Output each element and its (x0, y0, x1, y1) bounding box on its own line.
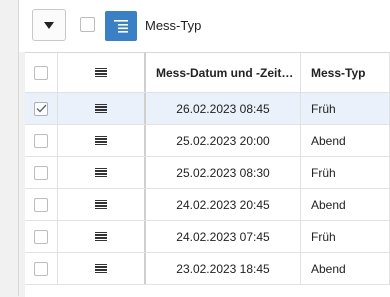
group-by-button[interactable] (105, 11, 137, 41)
group-by-icon (114, 20, 128, 33)
type-cell: Früh (301, 221, 390, 252)
row-menu-cell (58, 253, 146, 284)
row-select-cell (25, 189, 58, 220)
row-menu-cell (58, 125, 146, 156)
menu-icon[interactable] (95, 263, 107, 274)
date-cell: 24.02.2023 20:45 (146, 189, 301, 220)
type-cell: Abend (301, 125, 390, 156)
triangle-down-icon (44, 21, 54, 29)
row-menu-cell (58, 189, 146, 220)
check-icon (36, 104, 46, 113)
type-cell: Abend (301, 189, 390, 220)
table-row[interactable]: 26.02.2023 08:45 Früh (25, 93, 390, 125)
row-checkbox[interactable] (34, 229, 48, 244)
left-edge-panel (0, 0, 19, 296)
header-menu-cell (58, 53, 146, 92)
menu-icon[interactable] (95, 199, 107, 210)
table-row[interactable]: 25.02.2023 08:30 Früh (25, 157, 390, 189)
date-cell: 24.02.2023 07:45 (146, 221, 301, 252)
menu-icon[interactable] (95, 103, 107, 114)
select-all-checkbox[interactable] (34, 65, 48, 80)
row-checkbox[interactable] (34, 133, 48, 148)
row-select-cell (25, 253, 58, 284)
column-header-type[interactable]: Mess-Typ (301, 53, 390, 92)
group-by-label: Mess-Typ (145, 18, 202, 33)
type-cell: Abend (301, 253, 390, 284)
row-select-cell (25, 157, 58, 188)
table-row[interactable]: 24.02.2023 07:45 Früh (25, 221, 390, 253)
row-checkbox[interactable] (34, 101, 48, 116)
select-all-cell (25, 53, 58, 92)
row-checkbox[interactable] (34, 165, 48, 180)
type-cell: Früh (301, 157, 390, 188)
toolbar: Mess-Typ (19, 0, 390, 52)
row-checkbox[interactable] (34, 197, 48, 212)
header-row: Mess-Datum und -Zeit… Mess-Typ (25, 53, 390, 93)
row-checkbox[interactable] (34, 261, 48, 276)
app-frame: Mess-Typ Mess-Datum und -Zeit… Mess-Typ … (0, 0, 390, 297)
dropdown-button[interactable] (32, 9, 66, 41)
date-cell: 23.02.2023 18:45 (146, 253, 301, 284)
menu-icon[interactable] (95, 135, 107, 146)
menu-icon[interactable] (95, 167, 107, 178)
row-menu-cell (58, 221, 146, 252)
type-cell: Früh (301, 93, 390, 124)
toolbar-checkbox[interactable] (80, 17, 95, 32)
row-menu-cell (58, 93, 146, 124)
menu-icon[interactable] (95, 231, 107, 242)
row-select-cell (25, 125, 58, 156)
date-cell: 25.02.2023 08:30 (146, 157, 301, 188)
column-header-date[interactable]: Mess-Datum und -Zeit… (146, 53, 301, 92)
table-row[interactable]: 23.02.2023 18:45 Abend (25, 253, 390, 285)
table-row[interactable]: 25.02.2023 20:00 Abend (25, 125, 390, 157)
date-cell: 26.02.2023 08:45 (146, 93, 301, 124)
date-cell: 25.02.2023 20:00 (146, 125, 301, 156)
row-select-cell (25, 93, 58, 124)
menu-icon[interactable] (95, 67, 107, 78)
row-select-cell (25, 221, 58, 252)
row-menu-cell (58, 157, 146, 188)
table-row[interactable]: 24.02.2023 20:45 Abend (25, 189, 390, 221)
data-grid: Mess-Datum und -Zeit… Mess-Typ 26.02.202… (25, 52, 390, 297)
